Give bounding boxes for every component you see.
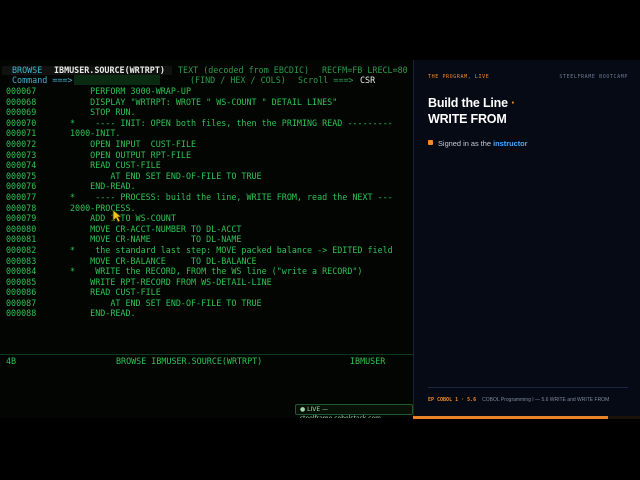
- source-line: 000072 OPEN INPUT CUST-FILE: [0, 139, 413, 150]
- line-code: * ---- PROCESS: build the line, WRITE FR…: [70, 191, 393, 202]
- scroll-label: Scroll ===>: [298, 75, 354, 85]
- line-code: 1000-INIT.: [70, 128, 121, 139]
- command-options: (FIND / HEX / COLS): [190, 75, 286, 85]
- source-line: 000073 OPEN OUTPUT RPT-FILE: [0, 150, 413, 161]
- line-number: 000067: [6, 86, 37, 96]
- line-number: 000087: [6, 297, 37, 308]
- course-code: EP COBOL 1 · 5.6: [428, 397, 477, 403]
- line-number: 000078: [6, 202, 37, 213]
- source-line: 000083 MOVE CR-BALANCE TO DL-BALANCE: [0, 256, 413, 267]
- terminal-window: BROWSE IBMUSER.SOURCE(WRTRPT) TEXT (deco…: [0, 60, 413, 418]
- panel-divider: [428, 387, 628, 388]
- text-mode-label: TEXT (decoded from EBCDIC): [178, 65, 310, 75]
- line-code: STOP RUN.: [70, 107, 136, 118]
- footer-divider: [0, 354, 413, 355]
- course-title: COBOL Programming I — 5.6 WRITE and WRIT…: [482, 397, 610, 403]
- source-line: 000071 1000-INIT.: [0, 128, 413, 139]
- line-number: 000083: [6, 255, 37, 266]
- line-number: 000088: [6, 308, 37, 319]
- panel-kicker-row: THE PROGRAM, LIVE STEELFRAME BOOTCAMP: [428, 74, 628, 82]
- line-code: DISPLAY "WRTRPT: WROTE " WS-COUNT " DETA…: [70, 96, 338, 107]
- panel-kicker: THE PROGRAM, LIVE: [428, 74, 490, 80]
- signin-role[interactable]: instructor: [493, 139, 528, 148]
- status-square-icon: [428, 140, 433, 145]
- source-line: 000070 * ---- INIT: OPEN both files, then…: [0, 118, 413, 129]
- line-code: * the standard last step: MOVE packed ba…: [70, 244, 393, 255]
- footer-left: 4B: [6, 356, 17, 366]
- line-number: 000073: [6, 149, 37, 160]
- line-number: 000077: [6, 191, 37, 202]
- source-line: 000088 END-READ.: [0, 308, 413, 319]
- source-line: 000076 END-READ.: [0, 181, 413, 192]
- line-number: 000074: [6, 160, 37, 171]
- mouse-pointer-icon: [112, 209, 122, 223]
- line-code: READ CUST-FILE: [70, 287, 161, 298]
- line-number: 000082: [6, 244, 37, 255]
- source-line: 000074 READ CUST-FILE: [0, 160, 413, 171]
- source-listing: 000067 PERFORM 3000-WRAP-UP 000068 DISPLA…: [0, 86, 413, 319]
- title-dot: ·: [511, 96, 516, 110]
- line-code: MOVE CR-ACCT-NUMBER TO DL-ACCT: [70, 223, 242, 234]
- line-code: MOVE CR-NAME TO DL-NAME: [70, 234, 242, 245]
- source-line: 000067 PERFORM 3000-WRAP-UP: [0, 86, 413, 97]
- line-number: 000079: [6, 213, 37, 224]
- lesson-progress-fill: [413, 416, 609, 419]
- footer-right: IBMUSER: [350, 356, 386, 366]
- line-number: 000085: [6, 276, 37, 287]
- signin-status: Signed in as the instructor: [428, 139, 628, 149]
- source-line: 000084 * WRITE the RECORD, FROM the WS li…: [0, 266, 413, 277]
- line-code: END-READ.: [70, 308, 136, 319]
- line-code: ADD 1 TO WS-COUNT: [70, 213, 176, 224]
- line-number: 000084: [6, 266, 37, 277]
- scroll-value[interactable]: CSR: [360, 75, 375, 86]
- source-line: 000075 AT END SET END-OF-FILE TO TRUE: [0, 171, 413, 182]
- source-line: 000078 2000-PROCESS.: [0, 203, 413, 214]
- line-number: 000081: [6, 234, 37, 245]
- line-code: OPEN OUTPUT RPT-FILE: [70, 149, 192, 160]
- line-code: AT END SET END-OF-FILE TO TRUE: [70, 297, 262, 308]
- line-number: 000068: [6, 96, 37, 107]
- record-info: RECFM=FB LRECL=80: [322, 65, 408, 75]
- line-number: 000080: [6, 223, 37, 234]
- line-number: 000071: [6, 128, 37, 139]
- line-code: * ---- INIT: OPEN both files, then the P…: [70, 117, 393, 128]
- source-line: 000079 ADD 1 TO WS-COUNT: [0, 213, 413, 224]
- line-code: WRITE RPT-RECORD FROM WS-DETAIL-LINE: [70, 276, 272, 287]
- command-row: Command ===> (FIND / HEX / COLS) Scroll …: [0, 75, 413, 86]
- line-number: 000072: [6, 138, 37, 149]
- dataset-name: IBMUSER.SOURCE(WRTRPT): [54, 65, 165, 75]
- line-number: 000075: [6, 170, 37, 181]
- line-number: 000086: [6, 287, 37, 298]
- terminal-footer: 4B BROWSE IBMUSER.SOURCE(WRTRPT) IBMUSER: [0, 356, 413, 367]
- source-line: 000081 MOVE CR-NAME TO DL-NAME: [0, 234, 413, 245]
- source-line: 000085 WRITE RPT-RECORD FROM WS-DETAIL-L…: [0, 277, 413, 288]
- line-code: PERFORM 3000-WRAP-UP: [70, 86, 192, 96]
- line-code: READ CUST-FILE: [70, 160, 161, 171]
- line-code: 2000-PROCESS.: [70, 202, 136, 213]
- line-code: * WRITE the RECORD, FROM the WS line ("w…: [70, 266, 363, 277]
- footer-center: BROWSE IBMUSER.SOURCE(WRTRPT): [116, 356, 263, 366]
- panel-brand: STEELFRAME BOOTCAMP: [559, 74, 628, 80]
- line-code: AT END SET END-OF-FILE TO TRUE: [70, 170, 262, 181]
- panel-title: Build the Line · WRITE FROM: [428, 96, 516, 126]
- line-code: MOVE CR-BALANCE TO DL-BALANCE: [70, 255, 257, 266]
- mode-label: BROWSE: [12, 65, 43, 75]
- source-line: 000069 STOP RUN.: [0, 107, 413, 118]
- source-line: 000087 AT END SET END-OF-FILE TO TRUE: [0, 298, 413, 309]
- line-number: 000076: [6, 181, 37, 192]
- line-number: 000069: [6, 107, 37, 118]
- source-line: 000086 READ CUST-FILE: [0, 287, 413, 298]
- course-footer: EP COBOL 1 · 5.6 COBOL Programming I — 5.…: [428, 397, 638, 406]
- source-line: 000077 * ---- PROCESS: build the line, WR…: [0, 192, 413, 203]
- live-badge[interactable]: ● LIVE — steelframe.cobolstack.com: [295, 404, 413, 418]
- source-line: 000068 DISPLAY "WRTRPT: WROTE " WS-COUNT…: [0, 97, 413, 108]
- lesson-progress-bar: [413, 416, 640, 419]
- line-number: 000070: [6, 117, 37, 128]
- source-line: 000080 MOVE CR-ACCT-NUMBER TO DL-ACCT: [0, 224, 413, 235]
- lesson-panel: THE PROGRAM, LIVE STEELFRAME BOOTCAMP Bu…: [413, 60, 640, 418]
- command-label: Command ===>: [12, 75, 73, 85]
- line-code: OPEN INPUT CUST-FILE: [70, 138, 197, 149]
- line-code: END-READ.: [70, 181, 136, 192]
- source-line: 000082 * the standard last step: MOVE pac…: [0, 245, 413, 256]
